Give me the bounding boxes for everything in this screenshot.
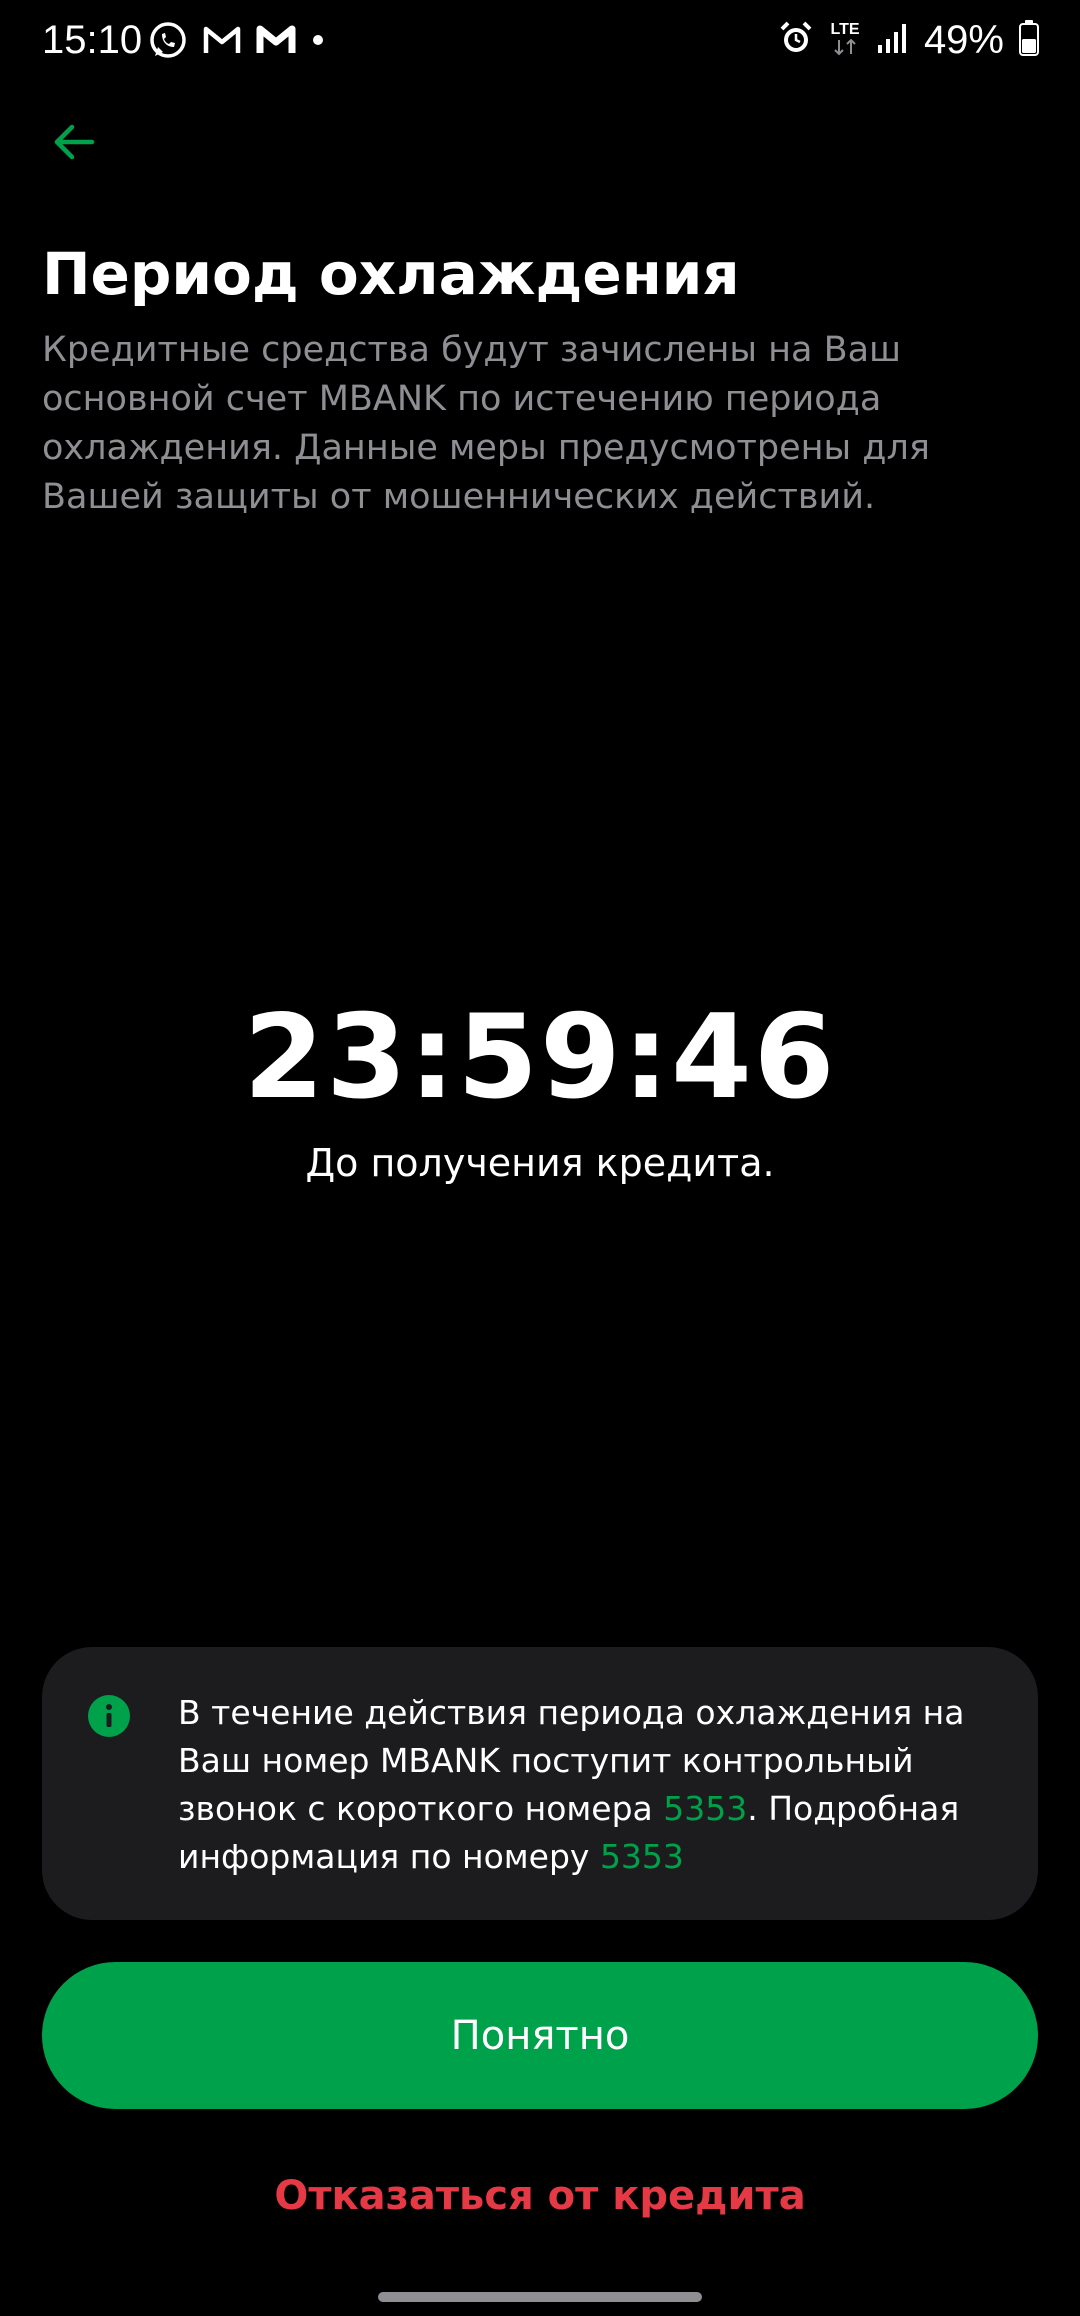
alarm-icon (778, 20, 814, 60)
whatsapp-icon (148, 20, 188, 60)
status-bar: 15:10 LTE 49% (0, 0, 1080, 80)
back-button[interactable] (36, 106, 112, 182)
signal-icon (876, 21, 910, 59)
countdown-timer: 23:59:46 (243, 990, 837, 1125)
gmail-icon (202, 23, 242, 57)
page-description: Кредитные средства будут зачислены на Ва… (42, 330, 930, 517)
page-title: Период охлаждения (42, 240, 740, 308)
short-number-link[interactable]: 5353 (663, 1789, 747, 1828)
info-card: В течение действия периода охлаждения на… (42, 1647, 1038, 1920)
arrow-left-icon (50, 118, 98, 170)
battery-percent: 49% (923, 18, 1004, 62)
lte-icon: LTE (828, 18, 862, 62)
countdown-caption: До получения кредита. (305, 1141, 775, 1185)
notification-icons (148, 20, 326, 60)
confirm-button[interactable]: Понятно (42, 1962, 1038, 2109)
status-time: 15:10 (42, 18, 143, 62)
svg-text:LTE: LTE (830, 21, 859, 38)
decline-credit-button[interactable]: Отказаться от кредита (0, 2166, 1080, 2226)
system-icons: LTE 49% (778, 14, 1040, 66)
gmail-icon (256, 23, 296, 57)
notification-dot-icon (310, 32, 326, 48)
info-text: В течение действия периода охлаждения на… (178, 1689, 1008, 1881)
battery-icon (1018, 19, 1040, 61)
home-indicator[interactable] (378, 2292, 702, 2302)
info-icon (88, 1695, 130, 1737)
short-number-link[interactable]: 5353 (600, 1837, 684, 1876)
